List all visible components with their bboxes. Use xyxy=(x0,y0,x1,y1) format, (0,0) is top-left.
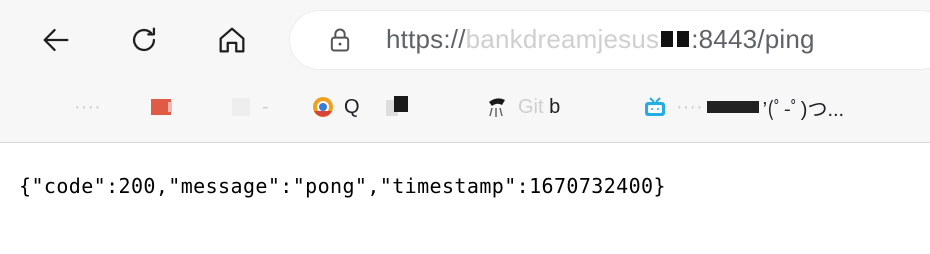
bookmark-label-blurred: Git xyxy=(518,95,544,118)
placeholder-icon xyxy=(386,96,408,116)
back-button[interactable] xyxy=(36,20,76,60)
bookmark-label-blurred: ···· xyxy=(676,95,703,118)
json-response-text: {"code":200,"message":"pong","timestamp"… xyxy=(19,174,666,198)
redaction-mark xyxy=(706,101,759,113)
redaction-mark xyxy=(661,31,674,47)
reload-icon xyxy=(132,27,156,52)
bookmark-label: Q xyxy=(344,95,360,118)
placeholder-icon xyxy=(232,98,250,116)
browser-chrome: https://bankdreamjesus :8443/ping ···· - … xyxy=(0,0,930,143)
folder-icon xyxy=(151,99,172,115)
url-host-redacted: bankdreamjesus xyxy=(465,24,660,54)
address-bar[interactable]: https://bankdreamjesus :8443/ping xyxy=(290,11,930,69)
home-button[interactable] xyxy=(212,20,252,60)
url-scheme: https:// xyxy=(386,24,466,54)
tv-icon xyxy=(645,97,665,116)
site-logo-icon xyxy=(313,97,333,117)
url-text[interactable]: https://bankdreamjesus :8443/ping xyxy=(386,24,815,55)
url-port-path: :8443/ping xyxy=(691,24,815,54)
bookmark-item[interactable]: ···· xyxy=(74,90,101,124)
bookmark-label: b xyxy=(549,95,561,118)
browser-toolbar: https://bankdreamjesus :8443/ping xyxy=(0,0,930,80)
bookmark-item[interactable]: Git b xyxy=(486,90,560,124)
reload-button[interactable] xyxy=(124,20,164,60)
bookmark-label: ’(ﾟ-ﾟ)つ... xyxy=(762,98,845,121)
bookmark-item[interactable]: Q xyxy=(312,90,360,124)
bookmark-item[interactable] xyxy=(150,90,182,124)
lock-icon[interactable] xyxy=(326,26,354,54)
bookmark-label-blurred: - xyxy=(262,95,269,118)
redaction-mark xyxy=(677,31,690,47)
github-icon xyxy=(489,98,505,117)
bookmarks-bar: ···· - Q Git b ···· ’(ﾟ-ﾟ)つ... xyxy=(0,80,930,142)
arrow-left-icon xyxy=(43,28,69,52)
bookmark-label-blurred: ···· xyxy=(74,95,101,118)
bookmark-item[interactable] xyxy=(386,90,418,124)
bookmark-item[interactable]: - xyxy=(230,90,269,124)
home-icon xyxy=(219,27,245,53)
bookmark-item[interactable]: ···· ’(ﾟ-ﾟ)つ... xyxy=(644,90,844,124)
